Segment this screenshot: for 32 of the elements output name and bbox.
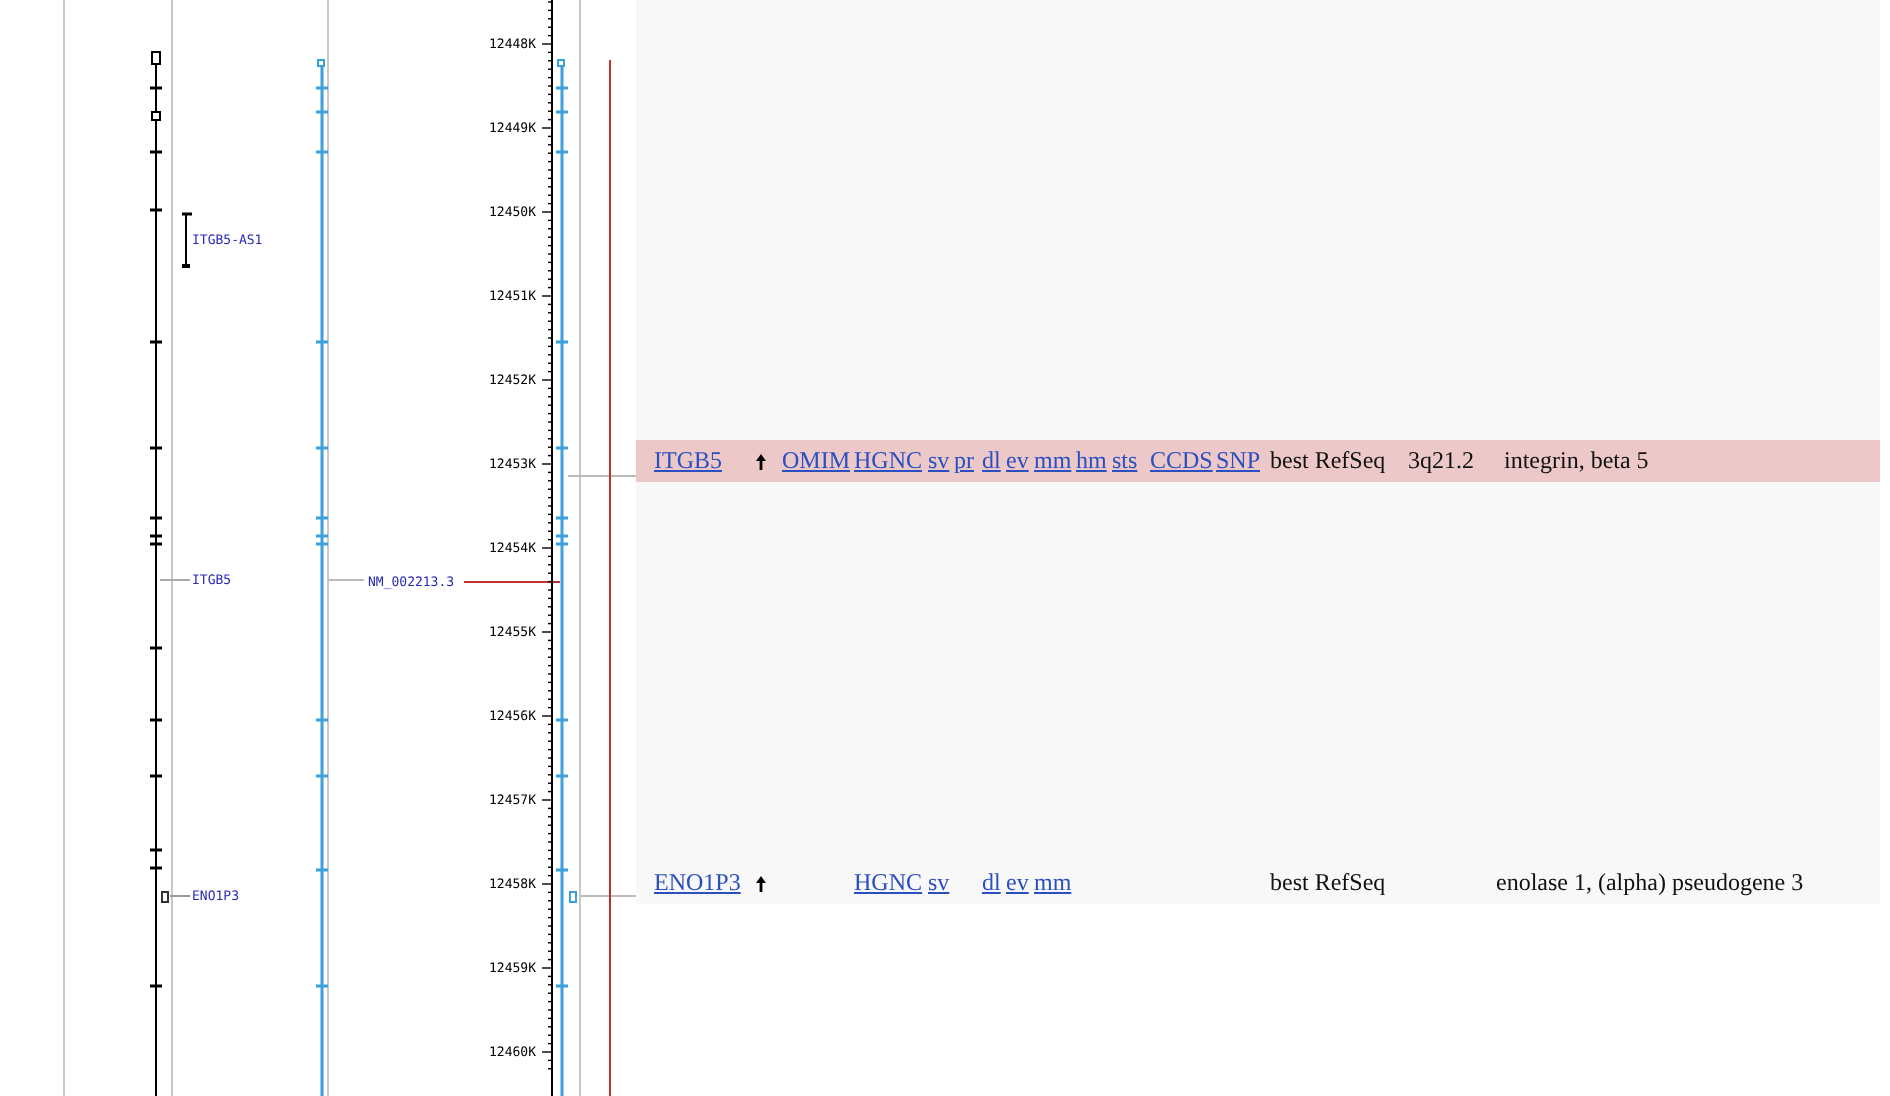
description-text: enolase 1, (alpha) pseudogene 3 — [1496, 868, 1804, 898]
resource-link[interactable]: sv — [928, 446, 950, 476]
gene-span-drawing — [182, 212, 192, 268]
resource-link[interactable]: sv — [928, 868, 950, 898]
resource-link[interactable]: SNP — [1216, 446, 1261, 476]
leader-line — [579, 895, 636, 897]
resource-link[interactable]: dl — [982, 868, 1001, 898]
arrow-up-icon — [756, 453, 766, 469]
resource-link[interactable]: hm — [1076, 446, 1107, 476]
description-text: integrin, beta 5 — [1504, 446, 1649, 476]
leader-line — [159, 579, 191, 581]
resource-link[interactable]: dl — [982, 446, 1001, 476]
resource-link[interactable]: HGNC — [854, 868, 923, 898]
evidence-text: best RefSeq — [1270, 446, 1386, 476]
resource-link[interactable]: HGNC — [854, 446, 923, 476]
gene-link[interactable]: ITGB5 — [654, 446, 722, 476]
resource-link[interactable]: CCDS — [1150, 446, 1213, 476]
gene-marker-drawing — [161, 891, 191, 903]
evidence-text: best RefSeq — [1270, 868, 1386, 898]
gene-link[interactable]: ENO1P3 — [654, 868, 741, 898]
resource-link[interactable]: ev — [1006, 446, 1029, 476]
leader-line — [327, 579, 365, 581]
transcript-line — [463, 581, 561, 583]
resource-link[interactable]: mm — [1034, 446, 1072, 476]
resource-link[interactable]: ev — [1006, 868, 1029, 898]
location-text: 3q21.2 — [1408, 446, 1474, 476]
resource-link[interactable]: pr — [954, 446, 974, 476]
arrow-up-icon — [756, 875, 766, 891]
resource-link[interactable]: mm — [1034, 868, 1072, 898]
leader-line — [567, 475, 636, 477]
resource-link[interactable]: sts — [1112, 446, 1138, 476]
resource-link[interactable]: OMIM — [782, 446, 851, 476]
